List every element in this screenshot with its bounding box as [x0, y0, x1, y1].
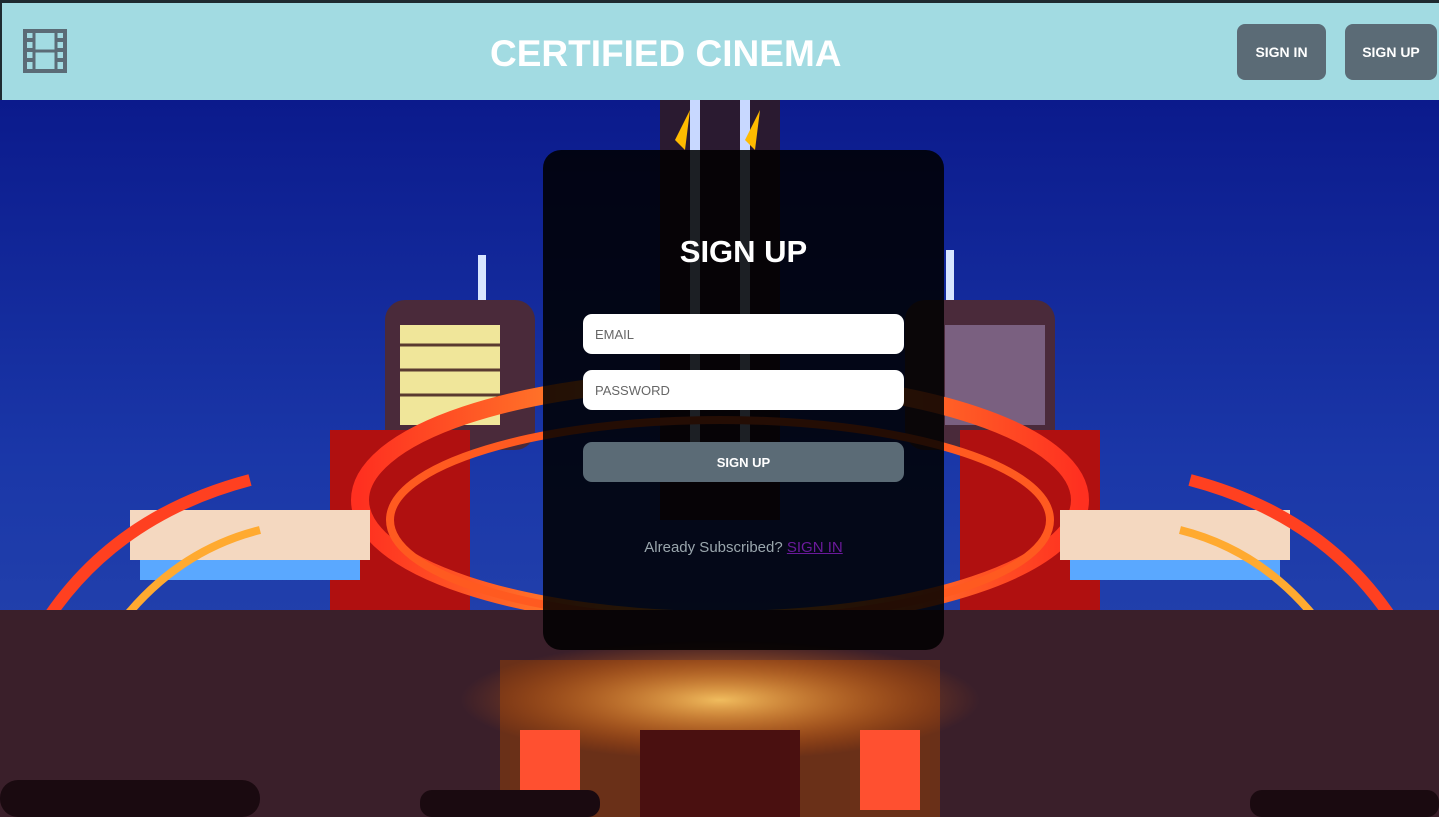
password-field[interactable] [583, 370, 904, 410]
site-title: CERTIFIED CINEMA [490, 33, 842, 74]
email-field[interactable] [583, 314, 904, 354]
already-subscribed-label: Already Subscribed? [644, 539, 783, 556]
page: CERTIFIED CINEMA SIGN IN SIGN UP SIGN UP… [0, 0, 1439, 817]
header-signup-button[interactable]: SIGN UP [1345, 24, 1437, 80]
signup-submit-button[interactable]: SIGN UP [583, 442, 904, 482]
already-subscribed-text: Already Subscribed? SIGN IN [543, 539, 944, 556]
header-signin-button[interactable]: SIGN IN [1237, 24, 1326, 80]
signup-title: SIGN UP [679, 234, 808, 269]
film-icon[interactable] [22, 28, 68, 74]
signin-link[interactable]: SIGN IN [787, 539, 843, 556]
signup-card: SIGN UP SIGN UP Already Subscribed? SIGN… [543, 150, 944, 650]
top-navbar: CERTIFIED CINEMA SIGN IN SIGN UP [0, 0, 1439, 100]
